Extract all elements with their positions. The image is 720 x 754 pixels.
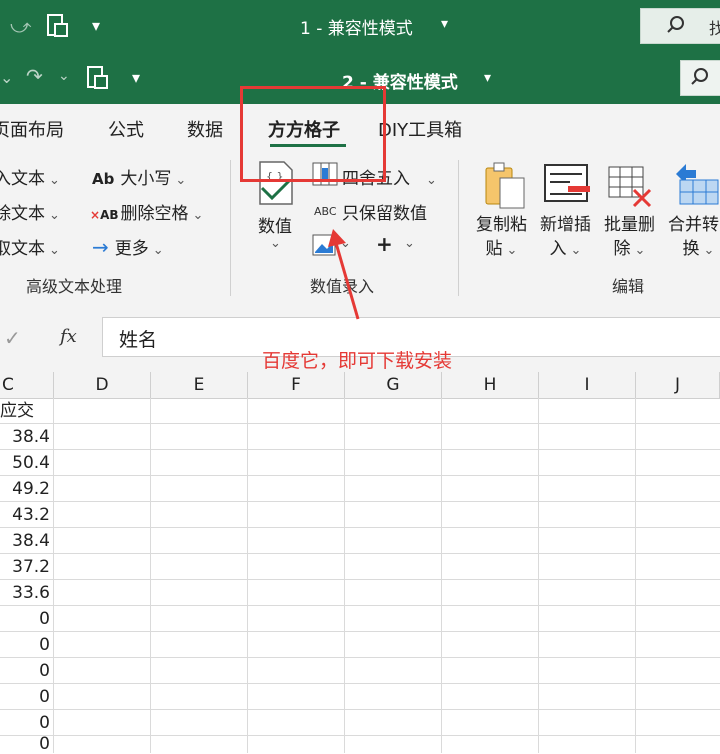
print-preview-icon[interactable] — [86, 66, 110, 92]
column-header-row: C D E F G H I J — [0, 372, 720, 399]
group-separator — [230, 160, 231, 296]
column-header-g[interactable]: G — [345, 372, 442, 398]
remove-spaces-button[interactable]: ×AB 删除空格 ⌄ — [90, 199, 203, 224]
tab-page-layout[interactable]: 页面布局 — [0, 116, 64, 142]
customize-toolbar-icon[interactable]: ▾ — [92, 16, 100, 36]
grid-line — [538, 398, 539, 753]
insert-row-icon — [544, 164, 590, 202]
group-separator — [458, 160, 459, 296]
plus-dropdown-icon[interactable]: ⌄ — [404, 236, 415, 251]
cell-c-header[interactable]: 应交 — [0, 398, 34, 424]
tab-diy-toolbox[interactable]: DIY工具箱 — [378, 116, 462, 142]
table-cell[interactable]: 0 — [0, 684, 50, 710]
tab-formulas[interactable]: 公式 — [108, 116, 144, 142]
table-cell[interactable]: 43.2 — [0, 502, 50, 528]
search-box[interactable]: 找 — [640, 8, 720, 44]
merge-convert-icon — [676, 164, 719, 205]
column-header-f[interactable]: F — [248, 372, 345, 398]
redo-icon[interactable]: ↷ — [26, 66, 43, 86]
tab-data[interactable]: 数据 — [187, 116, 223, 142]
title-bar-window-1: ⤻ ▾ 1 - 兼容性模式 ▾ 找 — [0, 0, 720, 52]
merge-convert-button[interactable]: 合并转换 ⌄ — [668, 213, 719, 263]
redo-dropdown-icon[interactable]: ⌄ — [58, 66, 70, 86]
table-cell[interactable]: 49.2 — [0, 476, 50, 502]
plus-button[interactable]: + — [376, 232, 393, 256]
insert-text-button[interactable]: 入文本 ⌄ — [0, 164, 60, 189]
grid-line — [0, 631, 720, 632]
grid-line — [344, 398, 345, 753]
column-header-h[interactable]: H — [442, 372, 539, 398]
grid-line — [635, 398, 636, 753]
formula-content: 姓名 — [119, 329, 158, 351]
number-button[interactable]: 数值 — [258, 212, 292, 237]
group-label-edit: 编辑 — [612, 277, 645, 296]
table-cell[interactable]: 0 — [0, 632, 50, 658]
customize-toolbar-icon[interactable]: ▾ — [132, 68, 140, 88]
title-dropdown-icon[interactable]: ▾ — [441, 16, 448, 32]
table-cell[interactable]: 37.2 — [0, 554, 50, 580]
grid-line — [0, 657, 720, 658]
grid-line — [0, 735, 720, 736]
column-header-i[interactable]: I — [539, 372, 636, 398]
grid-line — [0, 709, 720, 710]
grid-line — [0, 605, 720, 606]
redo-icon[interactable]: ⤻ — [10, 16, 31, 36]
print-preview-icon[interactable] — [46, 14, 70, 40]
extract-text-button[interactable]: 取文本 ⌄ — [0, 234, 60, 259]
abc-icon: ABC — [314, 205, 337, 218]
grid-line — [0, 553, 720, 554]
insert-function-icon[interactable]: fx — [60, 326, 77, 347]
annotation-text: 百度它，即可下载安装 — [262, 350, 453, 372]
case-button[interactable]: Ab 大小写 ⌄ — [92, 164, 186, 189]
keep-numbers-button[interactable]: 只保留数值 — [342, 199, 427, 224]
table-cell[interactable]: 38.4 — [0, 424, 50, 450]
table-cell[interactable]: 0 — [0, 658, 50, 684]
number-dropdown-icon[interactable]: ⌄ — [270, 236, 281, 251]
grid-line — [0, 475, 720, 476]
batch-delete-button[interactable]: 批量删除 ⌄ — [604, 213, 655, 263]
group-label-text: 高级文本处理 — [26, 277, 123, 296]
title-dropdown-icon[interactable]: ▾ — [484, 70, 491, 86]
column-header-d[interactable]: D — [54, 372, 151, 398]
grid-line — [53, 398, 54, 753]
arrow-right-icon: → — [92, 235, 109, 259]
highlight-box — [240, 86, 386, 182]
table-cell[interactable]: 0 — [0, 606, 50, 632]
table-cell[interactable]: 0 — [0, 710, 50, 736]
grid-line — [0, 423, 720, 424]
table-cell[interactable]: 33.6 — [0, 580, 50, 606]
undo-dropdown-icon[interactable]: ⌄ — [0, 68, 13, 88]
window-title: 1 - 兼容性模式 — [300, 19, 413, 39]
remove-spaces-icon: ×AB — [90, 208, 119, 222]
copy-paste-button[interactable]: 复制粘贴 ⌄ — [476, 213, 527, 263]
grid-line — [247, 398, 248, 753]
delete-text-button[interactable]: 除文本 ⌄ — [0, 199, 60, 224]
grid-line — [0, 527, 720, 528]
column-header-c[interactable]: C — [0, 372, 54, 398]
grid-line — [150, 398, 151, 753]
batch-delete-icon — [608, 166, 652, 208]
table-cell[interactable]: 38.4 — [0, 528, 50, 554]
confirm-entry-icon[interactable]: ✓ — [4, 326, 21, 350]
table-cell[interactable]: 0 — [0, 736, 50, 753]
search-icon — [691, 68, 708, 85]
grid-line — [0, 449, 720, 450]
insert-new-button[interactable]: 新增插入 ⌄ — [540, 213, 591, 263]
grid-line — [441, 398, 442, 753]
column-header-j[interactable]: J — [636, 372, 720, 398]
grid-line — [0, 501, 720, 502]
search-icon — [667, 16, 684, 33]
column-header-e[interactable]: E — [151, 372, 248, 398]
grid-line — [0, 683, 720, 684]
case-icon: Ab — [92, 170, 115, 188]
more-button[interactable]: → 更多 ⌄ — [92, 234, 164, 259]
annotation-arrow — [328, 229, 360, 320]
search-box[interactable] — [680, 60, 720, 96]
table-cell[interactable]: 50.4 — [0, 450, 50, 476]
copy-paste-icon — [485, 162, 525, 209]
grid-line — [0, 579, 720, 580]
